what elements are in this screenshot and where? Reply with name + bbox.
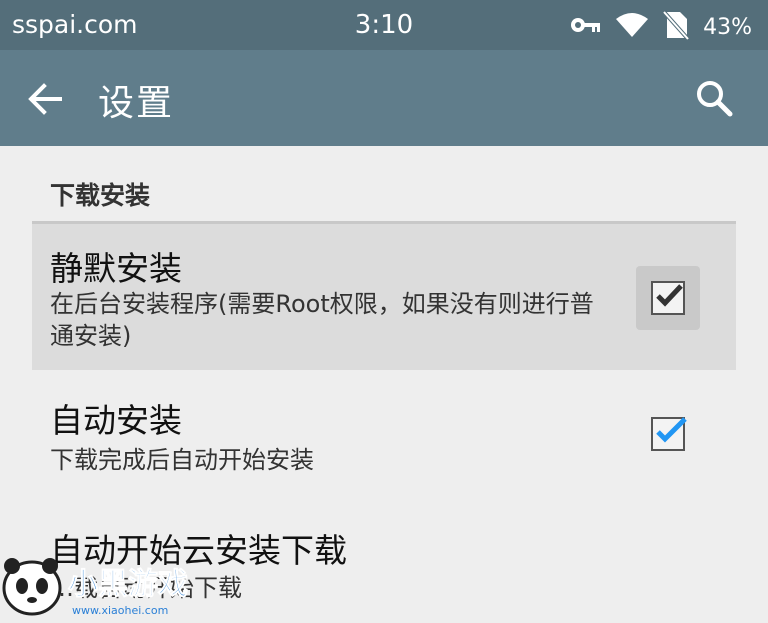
silent-install-checkbox[interactable] <box>636 266 700 330</box>
status-bar: sspai.com 3:10 43% <box>0 0 768 50</box>
no-sim-icon <box>662 10 690 44</box>
watermark-url: www.xiaohei.com <box>72 604 168 617</box>
checkmark-icon <box>656 417 687 443</box>
back-button[interactable] <box>22 76 68 122</box>
arrow-left-icon <box>28 83 62 115</box>
pref-summary: 在后台安装程序(需要Root权限，如果没有则进行普通安装) <box>50 290 594 350</box>
search-icon <box>697 81 733 117</box>
checkbox-box <box>651 417 687 451</box>
pref-title: 静默安装 <box>50 249 182 288</box>
wifi-icon <box>615 12 649 42</box>
panda-logo-icon: 小黑游戏 www.xiaohei.com <box>2 558 189 617</box>
key-icon <box>569 14 601 40</box>
watermark-logo: 小黑游戏 www.xiaohei.com <box>0 548 200 619</box>
pref-title: 自动安装 <box>50 401 182 440</box>
checkmark-icon <box>656 284 683 307</box>
search-button[interactable] <box>692 76 738 122</box>
battery-percent: 43% <box>703 14 752 40</box>
page-title: 设置 <box>98 83 175 124</box>
pref-silent-install[interactable]: 静默安装 在后台安装程序(需要Root权限，如果没有则进行普通安装) <box>32 224 736 370</box>
pref-summary: 下载完成后自动开始安装 <box>50 446 314 474</box>
checkbox-box <box>651 281 685 315</box>
watermark-text: 小黑游戏 <box>68 567 188 602</box>
auto-install-checkbox[interactable] <box>636 402 700 466</box>
section-header-download-install: 下载安装 <box>50 181 151 210</box>
status-icons: 43% <box>569 10 752 44</box>
pref-auto-install[interactable]: 自动安装 下载完成后自动开始安装 <box>32 370 736 496</box>
app-toolbar: 设置 <box>0 50 768 146</box>
